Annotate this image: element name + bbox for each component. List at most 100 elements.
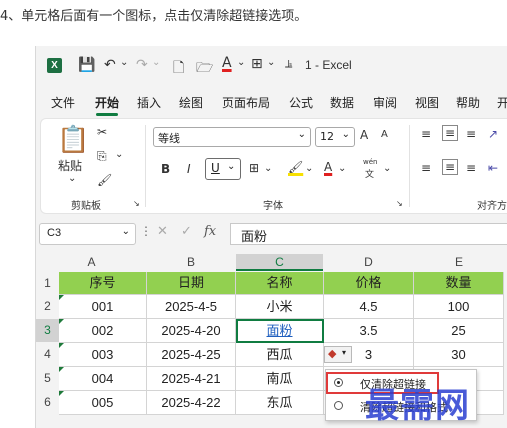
column-header-c[interactable]: C bbox=[236, 254, 323, 271]
tab-help[interactable]: 帮助 bbox=[456, 94, 480, 111]
copy-icon[interactable]: ⎘ bbox=[97, 149, 107, 164]
orientation-icon[interactable]: ↗ bbox=[488, 127, 498, 141]
undo-dropdown-icon[interactable]: ⌄ bbox=[120, 57, 128, 68]
font-color-dropdown-icon[interactable]: ⌄ bbox=[338, 163, 346, 174]
column-header-d[interactable]: D bbox=[324, 254, 413, 271]
fill-color-icon[interactable]: 🖌 bbox=[288, 160, 303, 174]
phonetic-dropdown-icon[interactable]: ⌄ bbox=[383, 163, 391, 174]
tab-view[interactable]: 视图 bbox=[415, 94, 439, 111]
formula-input[interactable]: 面粉 bbox=[230, 223, 507, 245]
format-painter-icon[interactable]: 🖌 bbox=[97, 173, 112, 187]
table-cell[interactable]: 2025-4-22 bbox=[147, 391, 236, 415]
undo-icon[interactable]: ↶ bbox=[104, 57, 116, 73]
tab-more[interactable]: 开 bbox=[497, 94, 507, 111]
underline-button[interactable]: U ⌄ bbox=[205, 158, 241, 180]
tab-draw[interactable]: 绘图 bbox=[179, 94, 203, 111]
table-header-cell[interactable]: 价格 bbox=[324, 272, 414, 295]
table-cell[interactable]: 003 bbox=[59, 343, 147, 367]
font-color-button[interactable]: A bbox=[324, 160, 332, 174]
align-right-icon[interactable]: ≡ bbox=[466, 161, 476, 175]
table-header-cell[interactable]: 数量 bbox=[414, 272, 504, 295]
clipboard-launcher-icon[interactable]: ↘ bbox=[133, 199, 140, 208]
grow-font-button[interactable]: A bbox=[360, 128, 368, 142]
bold-button[interactable]: B bbox=[161, 162, 170, 176]
font-launcher-icon[interactable]: ↘ bbox=[396, 199, 403, 208]
open-folder-icon[interactable]: 🗁 bbox=[196, 57, 213, 81]
table-cell[interactable]: 4.5 bbox=[324, 295, 414, 319]
table-header-cell[interactable]: 日期 bbox=[147, 272, 236, 295]
table-cell[interactable]: 小米 bbox=[236, 295, 324, 319]
tab-review[interactable]: 审阅 bbox=[373, 94, 397, 111]
save-icon[interactable]: 💾 bbox=[78, 57, 95, 73]
cancel-icon[interactable]: ✕ bbox=[157, 224, 168, 239]
table-cell[interactable]: 001 bbox=[59, 295, 147, 319]
table-cell[interactable]: 30 bbox=[414, 343, 504, 367]
borders-dropdown-icon[interactable]: ⌄ bbox=[264, 163, 272, 174]
indent-icon[interactable]: ⇤ bbox=[488, 161, 498, 175]
select-all-corner[interactable] bbox=[36, 254, 59, 271]
font-size-select[interactable]: 12 ⌄ bbox=[315, 127, 355, 147]
customize-icon[interactable]: ⫡ bbox=[285, 57, 292, 71]
align-top-icon[interactable]: ≡ bbox=[421, 127, 431, 141]
table-cell[interactable]: 东瓜 bbox=[236, 391, 324, 415]
instruction-text: 4、单元格后面有一个图标，点击仅清除超链接选项。 bbox=[0, 9, 308, 24]
align-center-icon[interactable]: ≡ bbox=[442, 159, 459, 175]
name-box[interactable]: C3 ⌄ bbox=[39, 223, 136, 245]
column-header-e[interactable]: E bbox=[414, 254, 504, 271]
borders-button[interactable]: ⊞ bbox=[249, 161, 259, 175]
table-cell[interactable]: 2025-4-5 bbox=[147, 295, 236, 319]
new-file-icon[interactable]: 🗋 bbox=[173, 57, 184, 81]
row-header-6[interactable]: 6 bbox=[36, 391, 59, 414]
paste-icon[interactable]: 📋 bbox=[57, 125, 89, 155]
font-name-select[interactable]: 等线 ⌄ bbox=[153, 127, 311, 147]
row-header-1[interactable]: 1 bbox=[36, 272, 59, 294]
table-cell[interactable]: 2025-4-25 bbox=[147, 343, 236, 367]
fill-color-dropdown-icon[interactable]: ⌄ bbox=[305, 163, 313, 174]
enter-icon[interactable]: ✓ bbox=[181, 224, 192, 239]
redo-icon[interactable]: ↷ bbox=[136, 57, 148, 73]
insert-function-button[interactable]: fx bbox=[204, 224, 216, 239]
table-header-cell[interactable]: 序号 bbox=[59, 272, 147, 295]
column-header-b[interactable]: B bbox=[147, 254, 235, 271]
autocorrect-options-button[interactable]: ◆ ▾ bbox=[324, 346, 352, 363]
shrink-font-button[interactable]: A bbox=[381, 129, 388, 140]
table-cell[interactable]: 3.5 bbox=[324, 319, 414, 343]
table-cell[interactable]: 25 bbox=[414, 319, 504, 343]
table-cell[interactable]: 2025-4-20 bbox=[147, 319, 236, 343]
tab-data[interactable]: 数据 bbox=[330, 94, 354, 111]
phonetic-guide-button[interactable]: wén bbox=[363, 158, 377, 166]
table-cell[interactable]: 004 bbox=[59, 367, 147, 391]
tab-file[interactable]: 文件 bbox=[51, 94, 75, 111]
paste-button[interactable]: 粘贴 bbox=[58, 157, 82, 174]
font-color-dropdown-icon[interactable]: ⌄ bbox=[237, 57, 245, 68]
table-cell[interactable]: 100 bbox=[414, 295, 504, 319]
copy-dropdown-icon[interactable]: ⌄ bbox=[115, 149, 123, 160]
tab-formulas[interactable]: 公式 bbox=[289, 94, 313, 111]
align-middle-icon[interactable]: ≡ bbox=[442, 125, 459, 141]
italic-button[interactable]: I bbox=[187, 162, 191, 176]
tab-page-layout[interactable]: 页面布局 bbox=[222, 94, 270, 111]
paste-dropdown-icon[interactable]: ⌄ bbox=[68, 173, 76, 184]
table-cell[interactable]: 南瓜 bbox=[236, 367, 324, 391]
row-header-5[interactable]: 5 bbox=[36, 367, 59, 390]
hyperlink-cell-c3[interactable]: 面粉 bbox=[236, 319, 324, 343]
row-header-3[interactable]: 3 bbox=[36, 319, 59, 342]
table-cell[interactable]: 2025-4-21 bbox=[147, 367, 236, 391]
align-bottom-icon[interactable]: ≡ bbox=[466, 127, 476, 141]
cut-icon[interactable]: ✂ bbox=[97, 125, 107, 139]
font-color-icon[interactable]: A bbox=[222, 55, 232, 71]
table-cell[interactable]: 002 bbox=[59, 319, 147, 343]
row-header-2[interactable]: 2 bbox=[36, 295, 59, 318]
borders-icon[interactable]: ⊞ bbox=[251, 56, 263, 72]
redo-dropdown-icon[interactable]: ⌄ bbox=[152, 57, 160, 68]
table-cell[interactable]: 西瓜 bbox=[236, 343, 324, 367]
more-options-icon[interactable]: ⋮ bbox=[140, 224, 152, 238]
borders-dropdown-icon[interactable]: ⌄ bbox=[267, 57, 275, 68]
tab-home[interactable]: 开始 bbox=[95, 94, 119, 116]
row-header-4[interactable]: 4 bbox=[36, 343, 59, 366]
column-header-a[interactable]: A bbox=[59, 254, 124, 271]
table-cell[interactable]: 005 bbox=[59, 391, 147, 415]
align-left-icon[interactable]: ≡ bbox=[421, 161, 431, 175]
table-header-cell[interactable]: 名称 bbox=[236, 272, 324, 295]
tab-insert[interactable]: 插入 bbox=[137, 94, 161, 111]
